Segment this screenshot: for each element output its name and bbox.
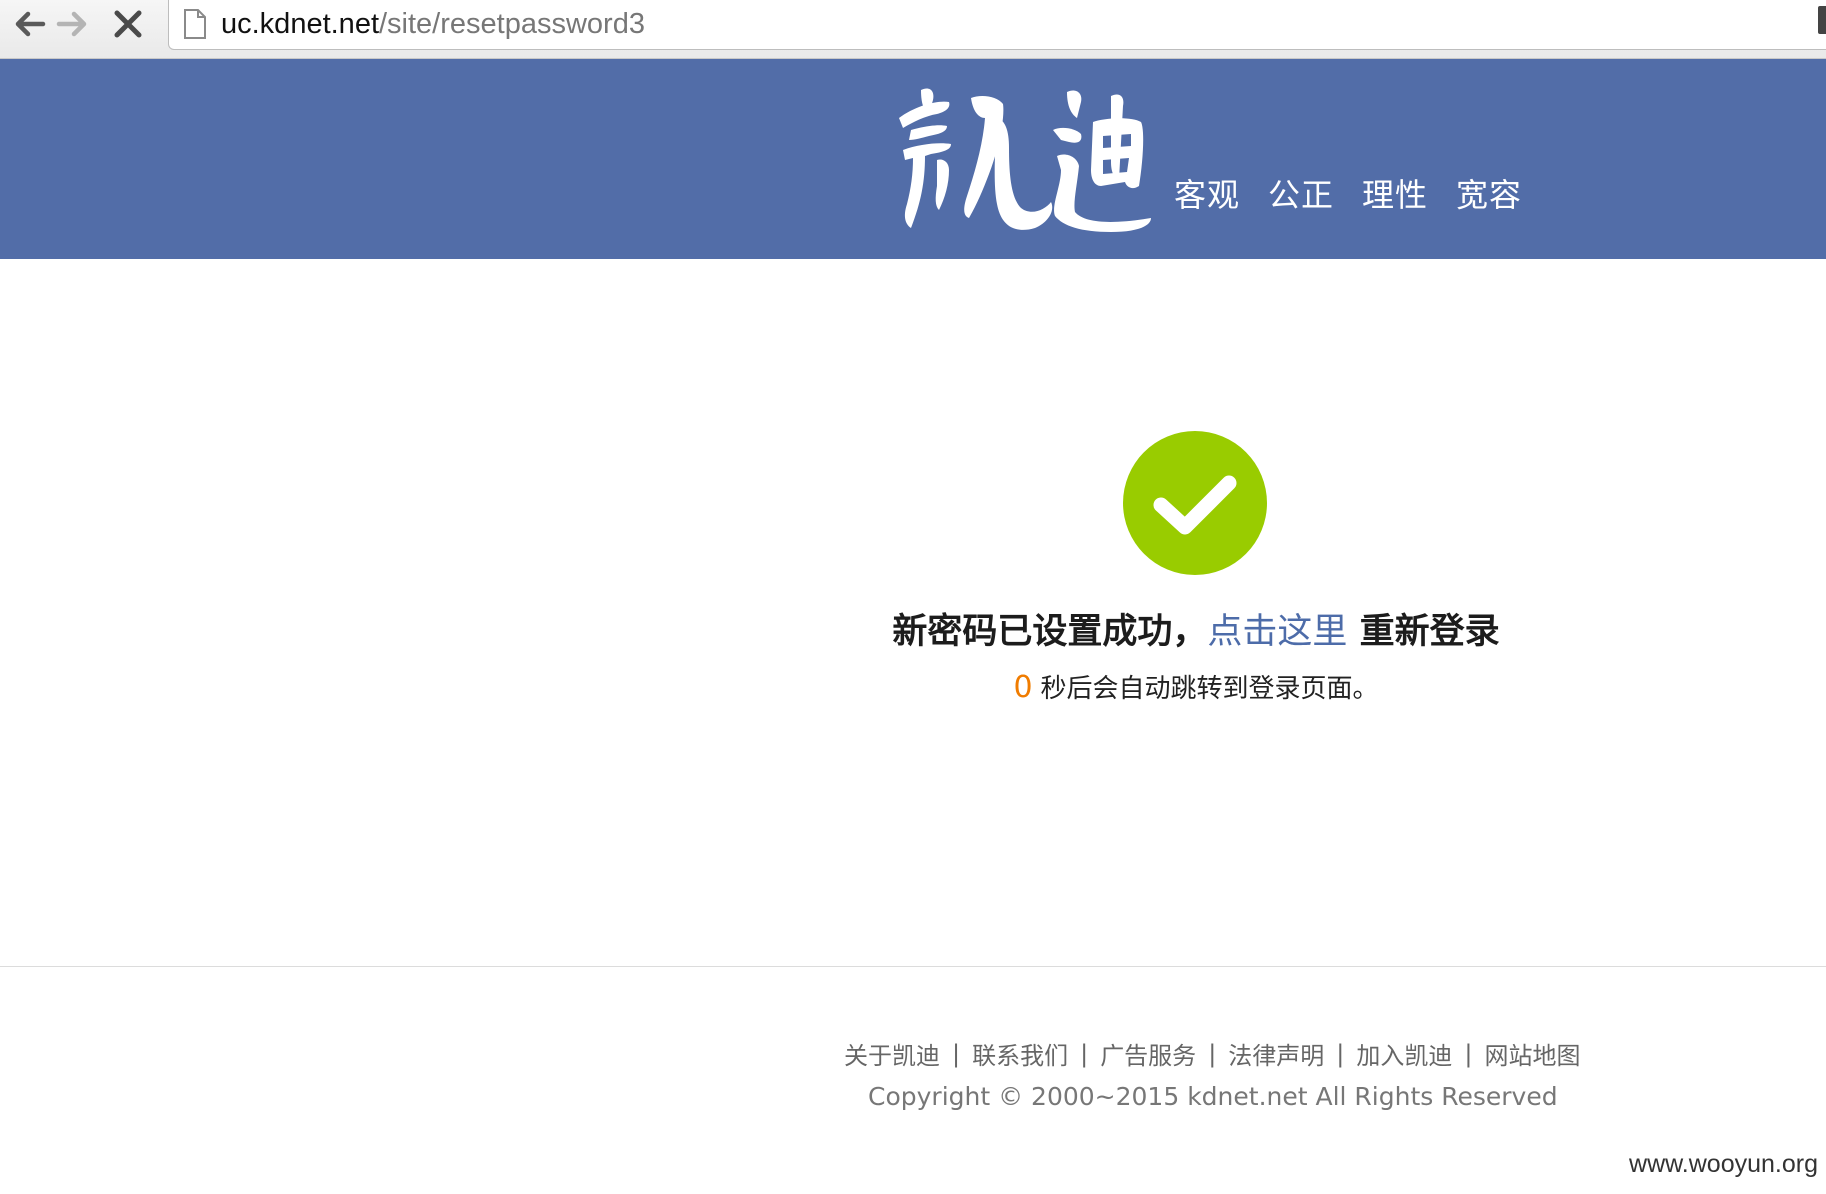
footer-links: 关于凯迪 | 联系我们 | 广告服务 | 法律声明 | 加入凯迪 | 网站地图	[844, 1036, 1580, 1071]
redirect-notice: 0 秒后会自动跳转到登录页面。	[0, 668, 1826, 705]
separator: |	[952, 1039, 961, 1068]
watermark-text: www.wooyun.org	[1629, 1150, 1818, 1178]
footer-link-sitemap[interactable]: 网站地图	[1484, 1036, 1580, 1071]
success-message: 新密码已设置成功，点击这里 重新登录	[0, 603, 1826, 654]
slogan-word: 客观	[1174, 176, 1241, 214]
success-message-prefix: 新密码已设置成功，	[892, 612, 1208, 652]
countdown-number: 0	[1013, 670, 1033, 705]
footer-link-ads[interactable]: 广告服务	[1100, 1036, 1196, 1071]
arrow-right-icon	[56, 11, 87, 37]
redirect-text: 秒后会自动跳转到登录页面。	[1040, 674, 1379, 704]
separator: |	[1464, 1039, 1473, 1068]
forward-button[interactable]	[42, 0, 102, 48]
url-host: uc.kdnet.net	[221, 8, 379, 40]
footer-link-legal[interactable]: 法律声明	[1228, 1036, 1324, 1071]
success-message-suffix: 重新登录	[1347, 612, 1500, 652]
close-icon	[114, 10, 142, 38]
footer-link-join[interactable]: 加入凯迪	[1356, 1036, 1452, 1071]
slogan-word: 公正	[1268, 176, 1335, 214]
url-path: /site/resetpassword3	[379, 8, 645, 40]
separator: |	[1080, 1039, 1089, 1068]
stop-loading-button[interactable]	[98, 0, 158, 48]
copyright-text: Copyright © 2000~2015 kdnet.net All Righ…	[868, 1082, 1558, 1111]
separator: |	[1336, 1039, 1345, 1068]
separator: |	[1208, 1039, 1217, 1068]
footer-link-contact[interactable]: 联系我们	[972, 1036, 1068, 1071]
url-text: uc.kdnet.net/site/resetpassword3	[221, 6, 645, 42]
page-icon	[184, 9, 206, 39]
check-circle-icon	[1123, 431, 1267, 575]
browser-menu-edge[interactable]	[1818, 6, 1826, 34]
site-slogan: 客观 公正 理性 宽容	[1174, 170, 1522, 216]
relogin-link[interactable]: 点击这里	[1207, 612, 1347, 652]
browser-toolbar: uc.kdnet.net/site/resetpassword3	[0, 0, 1826, 59]
site-logo[interactable]	[885, 78, 1153, 236]
address-bar[interactable]: uc.kdnet.net/site/resetpassword3	[168, 0, 1826, 50]
slogan-word: 宽容	[1456, 176, 1523, 214]
footer-link-about[interactable]: 关于凯迪	[844, 1036, 940, 1071]
footer-divider	[0, 966, 1826, 967]
slogan-word: 理性	[1362, 176, 1429, 214]
